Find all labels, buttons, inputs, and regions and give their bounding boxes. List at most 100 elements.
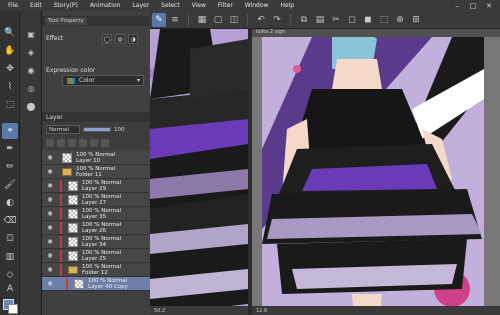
canvas-right-tab[interactable]: lolita 2 sign [252,29,500,37]
layer-row[interactable]: ◉ 100 % Normal Layer 40 Copy [42,277,150,291]
color-effect-icon[interactable]: ◑ [128,34,138,44]
stroke-icon[interactable]: ◫ [227,13,241,27]
pencil-icon[interactable]: ✏ [2,159,18,175]
effect-label: Effect [46,35,64,42]
menu-select[interactable]: Select [161,2,180,9]
eraser-icon[interactable]: ⌫ [2,213,18,229]
layer-label: 100 % Normal Layer 25 [82,249,122,262]
paste-icon[interactable]: ▤ [313,13,327,27]
expression-color-select[interactable]: Color ▾ [62,75,144,86]
fill-icon[interactable]: ⛋ [2,231,18,247]
menu-layer[interactable]: Layer [132,2,149,9]
layer-thumbnail [68,236,78,247]
layer-label: 100 % Normal Folder 12 [82,263,122,276]
eye-icon[interactable]: ◉ [46,210,54,218]
eye-icon[interactable]: ◉ [46,196,54,204]
layer-tab[interactable]: Layer [46,114,63,121]
menu-window[interactable]: Window [245,2,269,9]
menu-edit[interactable]: Edit [30,2,42,9]
clipping-indicator [60,263,62,276]
eye-icon[interactable]: ◉ [46,252,54,260]
menu-bar: File Edit Story(P) Animation Layer Selec… [0,0,500,11]
undo-icon[interactable]: ↶ [254,13,268,27]
grid-icon[interactable]: ▦ [195,13,209,27]
sub-color-swatch[interactable] [8,304,18,314]
eye-icon[interactable]: ◉ [46,224,54,232]
new-layer-icon[interactable] [46,139,54,147]
menu-filter[interactable]: Filter [218,2,233,9]
airbrush-icon[interactable]: ◐ [2,195,18,211]
blend-mode-select[interactable]: Normal [46,125,80,134]
eye-icon[interactable]: ◉ [46,168,54,176]
subtool-2-icon[interactable]: ◈ [23,45,39,59]
layer-row[interactable]: ◉ 100 % Normal Layer 25 [42,249,150,263]
copy-icon[interactable]: ⧉ [297,13,311,27]
lasso-icon[interactable]: ⌇ [2,79,18,95]
layer-label: 100 % Normal Layer 34 [82,235,122,248]
subtool-5-icon[interactable]: ⬤ [23,99,39,113]
layer-row[interactable]: ◉ 100 % Normal Layer 35 [42,207,150,221]
canvas-left[interactable] [150,29,248,315]
new-folder-icon[interactable] [57,139,65,147]
text-icon[interactable]: A [2,281,18,297]
layer-row[interactable]: ◉ 100 % Normal Layer 10 [42,151,150,165]
subtool-1-icon[interactable]: ▣ [23,27,39,41]
brush-icon[interactable]: 🖌 [2,177,18,193]
pen-icon[interactable]: ✒ [2,141,18,157]
redo-icon[interactable]: ↷ [270,13,284,27]
opacity-slider[interactable] [83,127,111,132]
layer-row[interactable]: ◉ 100 % Normal Folder 12 [42,263,150,277]
canvas-left-statusbar: 50.2 [150,306,248,315]
cut-icon[interactable]: ✂ [329,13,343,27]
eye-icon[interactable]: ◉ [46,154,54,162]
command-bar: ✎ ≡ ▦ ▢ ◫ ↶ ↷ ⧉ ▤ ✂ ◻ ◼ ⬚ ⊕ ⊞ [150,11,500,29]
layer-row[interactable]: ◉ 100 % Normal Folder 11 [42,165,150,179]
layer-row[interactable]: ◉ 100 % Normal Layer 27 [42,193,150,207]
hand-icon[interactable]: ✋ [2,43,18,59]
maximize-button[interactable]: □ [466,0,480,11]
eye-icon[interactable]: ◉ [46,266,54,274]
subtool-4-icon[interactable]: ◎ [23,81,39,95]
eye-icon[interactable]: ◉ [46,182,54,190]
effect-icons: ◯ ◍ ◑ [102,34,138,44]
left-zoom-value[interactable]: 50.2 [154,308,165,314]
minimize-button[interactable]: – [450,0,464,11]
canvas-right[interactable] [252,29,500,315]
eye-icon[interactable]: ◉ [46,280,54,288]
menu-help[interactable]: Help [280,2,294,9]
menu-view[interactable]: View [192,2,206,9]
layer-label: 100 % Normal Layer 40 Copy [88,277,128,290]
ruler-icon[interactable] [101,139,109,147]
mask-icon[interactable] [90,139,98,147]
move-icon[interactable]: ✥ [2,61,18,77]
border-effect-icon[interactable]: ◯ [102,34,112,44]
invert-icon[interactable]: ◼ [361,13,375,27]
layer-row[interactable]: ◉ 100 % Normal Layer 29 [42,179,150,193]
color-swatch-icon [67,77,75,84]
eye-icon[interactable]: ◉ [46,238,54,246]
deselect-icon[interactable]: ◻ [345,13,359,27]
gradient-icon[interactable]: ▥ [2,249,18,265]
selection-icon[interactable]: ⬚ [377,13,391,27]
eyedropper-icon[interactable]: ⌖ [2,123,18,139]
subtool-3-icon[interactable]: ◉ [23,63,39,77]
layer-row[interactable]: ◉ 100 % Normal Layer 26 [42,221,150,235]
lock-icon[interactable] [79,139,87,147]
layer-menu-icon[interactable]: ≡ [168,13,182,27]
layer-row[interactable]: ◉ 100 % Normal Layer 34 [42,235,150,249]
right-zoom-value[interactable]: 12.6 [256,308,267,314]
menu-file[interactable]: File [8,2,18,9]
ruler-snap-icon[interactable]: ⊞ [409,13,423,27]
clip-icon[interactable] [68,139,76,147]
select-icon[interactable]: ⬚ [2,97,18,113]
close-button[interactable]: ✕ [482,0,496,11]
snap-icon[interactable]: ⊕ [393,13,407,27]
tab-tool-property[interactable]: Tool Property [45,17,87,25]
menu-story[interactable]: Story(P) [54,2,78,9]
watercolor-effect-icon[interactable]: ◍ [115,34,125,44]
clipping-indicator [60,207,62,220]
pen-tool-icon[interactable]: ✎ [152,12,166,27]
magnifier-icon[interactable]: 🔍 [2,25,18,41]
menu-animation[interactable]: Animation [90,2,121,9]
clear-icon[interactable]: ▢ [211,13,225,27]
